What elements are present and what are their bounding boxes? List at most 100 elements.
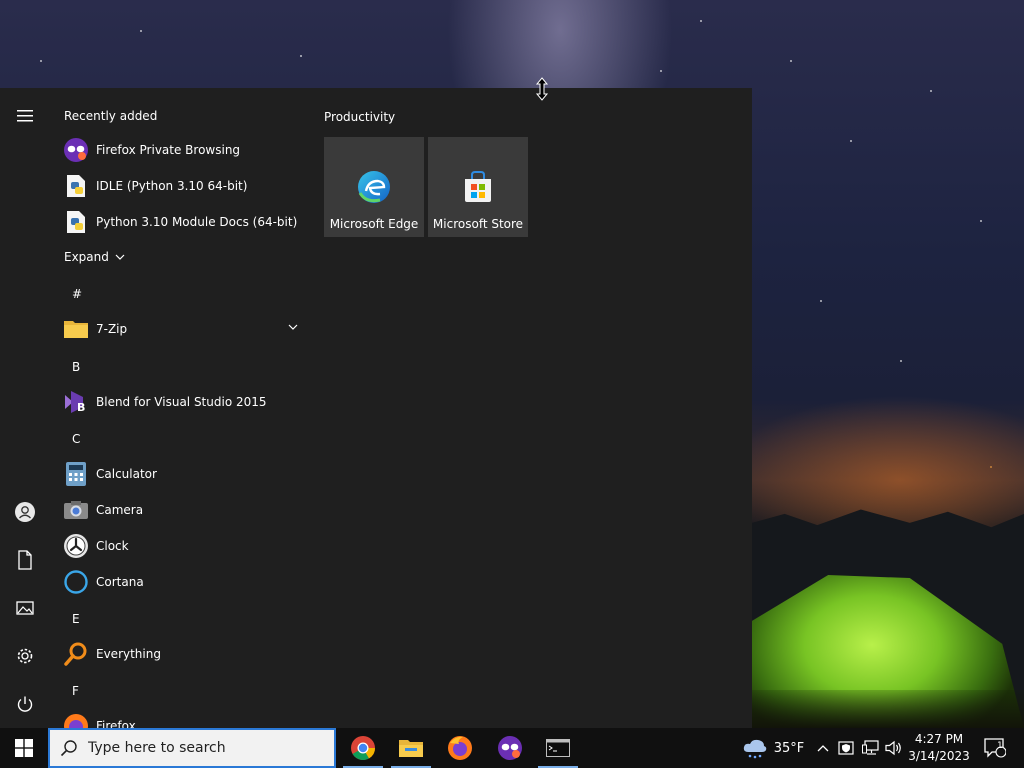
chrome-icon: [351, 736, 375, 761]
app-cortana[interactable]: Cortana: [50, 564, 312, 600]
firefox-icon: [448, 736, 472, 760]
app-label: Firefox: [96, 719, 136, 728]
network-icon: [862, 740, 879, 755]
app-label: Everything: [96, 647, 161, 661]
chevron-up-icon: [817, 745, 829, 752]
all-apps-list: Recently added Firefox Private Browsing …: [50, 88, 312, 728]
taskbar-search-box[interactable]: [48, 728, 336, 768]
resize-cursor-icon: [535, 77, 549, 101]
expand-button[interactable]: Expand: [64, 250, 125, 264]
python-docs-icon: [63, 209, 89, 235]
camera-icon: [63, 497, 89, 523]
pictures-icon: [16, 601, 34, 615]
letter-header-b[interactable]: B: [72, 360, 80, 374]
app-label: Calculator: [96, 467, 157, 481]
folder-icon: [63, 316, 89, 342]
power-icon: [17, 696, 33, 712]
grass-foreground: [752, 690, 1024, 728]
network-button[interactable]: [860, 728, 882, 768]
app-idle-python[interactable]: IDLE (Python 3.10 64-bit): [50, 168, 312, 204]
app-label: Camera: [96, 503, 144, 517]
firefox-private-icon: [498, 736, 522, 760]
app-camera[interactable]: Camera: [50, 492, 312, 528]
taskbar-app-terminal[interactable]: [534, 728, 582, 768]
user-account-button[interactable]: [0, 492, 50, 532]
terminal-icon: [546, 739, 570, 757]
hamburger-menu-button[interactable]: [0, 96, 50, 136]
documents-button[interactable]: [0, 540, 50, 580]
tile-label: Microsoft Store: [432, 217, 524, 231]
python-idle-icon: [63, 173, 89, 199]
calculator-icon: [63, 461, 89, 487]
expand-label: Expand: [64, 250, 109, 264]
start-left-rail: [0, 88, 50, 728]
app-firefox[interactable]: Firefox: [50, 708, 312, 728]
taskbar-app-file-explorer[interactable]: [387, 728, 435, 768]
windows-logo-icon: [15, 739, 33, 757]
volume-icon: [885, 740, 901, 756]
taskbar-app-chrome[interactable]: [339, 728, 387, 768]
taskbar-app-firefox-private[interactable]: [486, 728, 534, 768]
app-blend-visual-studio[interactable]: B Blend for Visual Studio 2015: [50, 384, 312, 420]
edge-icon: [358, 171, 390, 203]
user-icon: [15, 502, 35, 522]
app-python-module-docs[interactable]: Python 3.10 Module Docs (64-bit): [50, 204, 312, 240]
pictures-button[interactable]: [0, 588, 50, 628]
power-button[interactable]: [0, 684, 50, 724]
app-clock[interactable]: Clock: [50, 528, 312, 564]
file-explorer-icon: [399, 740, 423, 757]
app-label: IDLE (Python 3.10 64-bit): [96, 179, 248, 193]
app-label: Blend for Visual Studio 2015: [96, 395, 267, 409]
notification-center-button[interactable]: 1: [978, 728, 1012, 768]
cortana-icon: [63, 569, 89, 595]
documents-icon: [18, 550, 32, 570]
letter-header-c[interactable]: C: [72, 432, 80, 446]
app-everything[interactable]: Everything: [50, 636, 312, 672]
start-menu: Recently added Firefox Private Browsing …: [0, 88, 752, 728]
taskbar-clock[interactable]: 4:27 PM 3/14/2023: [906, 731, 972, 765]
taskbar: 35°F 4:27 PM 3/14/2023 1: [0, 728, 1024, 768]
settings-button[interactable]: [0, 636, 50, 676]
clock-icon: [63, 533, 89, 559]
blend-icon: B: [63, 389, 89, 415]
firefox-icon: [63, 713, 89, 728]
tile-label: Microsoft Edge: [329, 217, 419, 231]
search-input[interactable]: [88, 740, 308, 756]
tile-microsoft-edge[interactable]: Microsoft Edge: [324, 137, 424, 237]
svg-text:B: B: [77, 401, 85, 414]
letter-header-hash[interactable]: #: [72, 287, 82, 301]
tile-group-title[interactable]: Productivity: [324, 110, 395, 124]
show-hidden-icons-button[interactable]: [814, 728, 832, 768]
weather-cloud-icon: [743, 739, 766, 759]
firefox-private-icon: [63, 137, 89, 163]
app-label: 7-Zip: [96, 322, 128, 336]
letter-header-e[interactable]: E: [72, 612, 80, 626]
app-calculator[interactable]: Calculator: [50, 456, 312, 492]
weather-widget[interactable]: 35°F: [738, 728, 808, 768]
taskbar-app-firefox[interactable]: [436, 728, 484, 768]
app-label: Firefox Private Browsing: [96, 143, 241, 157]
security-shield-icon: [838, 741, 854, 755]
chevron-down-icon[interactable]: [288, 323, 298, 331]
hamburger-menu-icon: [17, 110, 33, 122]
app-label: Clock: [96, 539, 129, 553]
chevron-down-icon: [115, 254, 125, 260]
recently-added-heading: Recently added: [64, 109, 158, 123]
store-icon: [465, 171, 491, 202]
app-7zip[interactable]: 7-Zip: [50, 311, 312, 347]
volume-button[interactable]: [884, 728, 904, 768]
tile-microsoft-store[interactable]: Microsoft Store: [428, 137, 528, 237]
app-label: Cortana: [96, 575, 144, 589]
tray-security-button[interactable]: [836, 728, 856, 768]
clock-date: 3/14/2023: [908, 749, 970, 763]
notification-count-badge: 1: [997, 741, 1003, 751]
clock-time: 4:27 PM: [914, 732, 964, 746]
start-button[interactable]: [0, 728, 48, 768]
letter-header-f[interactable]: F: [72, 684, 79, 698]
app-label: Python 3.10 Module Docs (64-bit): [96, 215, 298, 229]
search-icon: [60, 740, 77, 757]
everything-icon: [63, 641, 89, 667]
weather-temperature: 35°F: [773, 740, 805, 756]
settings-icon: [17, 648, 33, 664]
app-firefox-private-browsing[interactable]: Firefox Private Browsing: [50, 132, 312, 168]
